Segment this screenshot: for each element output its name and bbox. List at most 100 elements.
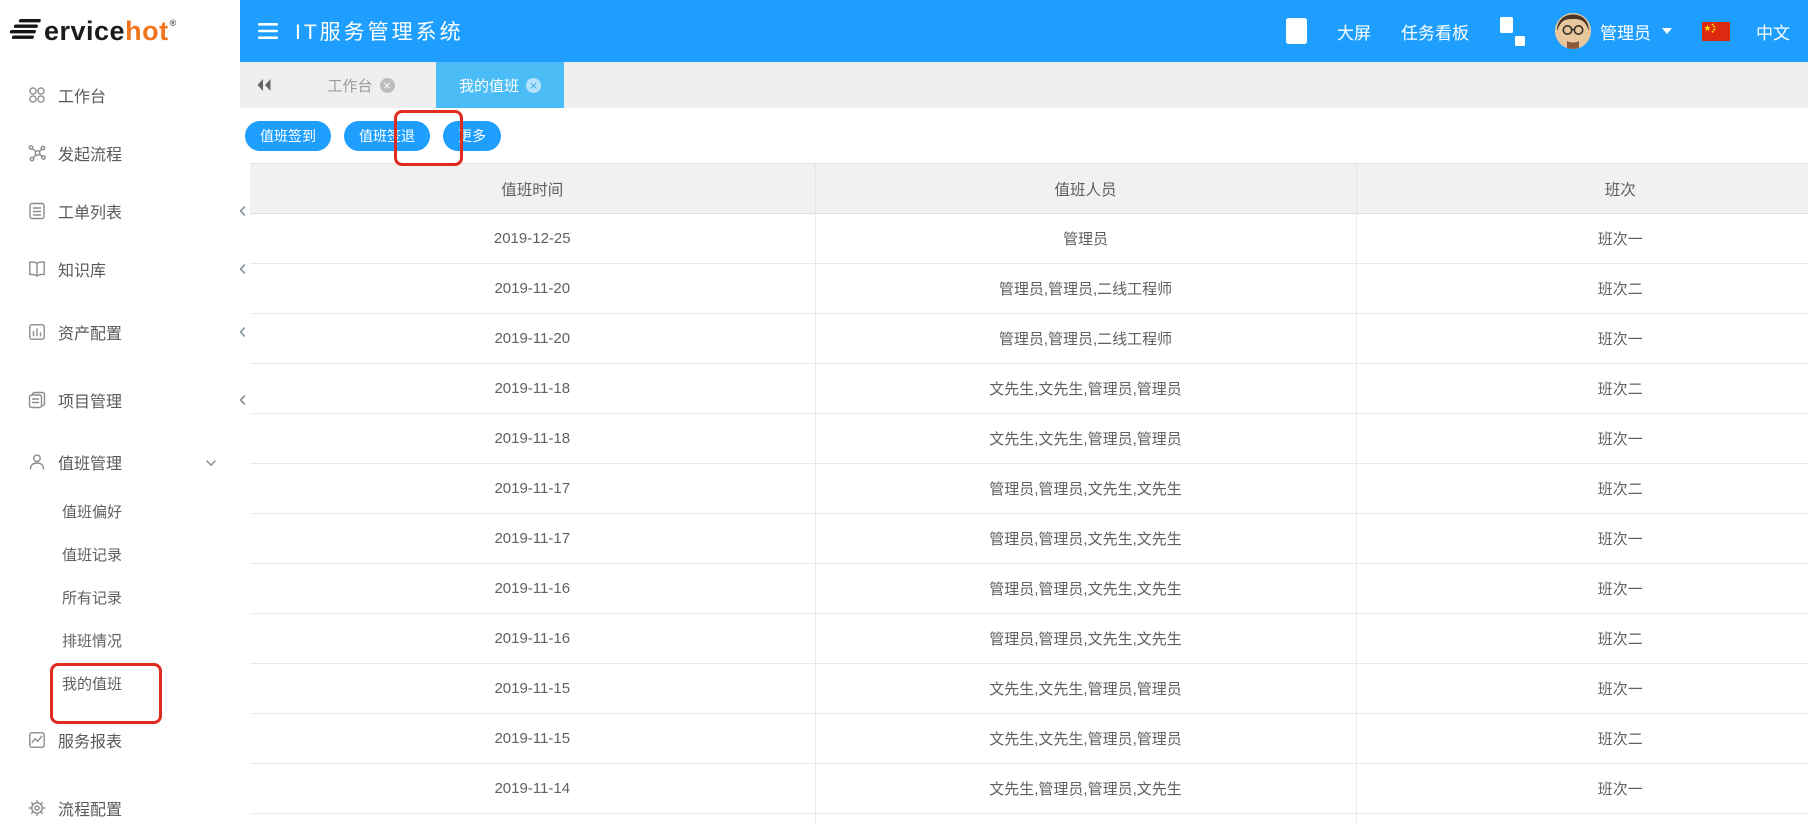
brand-logo-icon	[10, 18, 40, 44]
tab-workbench[interactable]: 工作台 ×	[286, 62, 436, 108]
user-avatar	[1555, 13, 1591, 49]
chevron-left-icon	[237, 205, 249, 217]
sidebar-item-ticket-list[interactable]: 工单列表	[0, 182, 240, 240]
hamburger-menu-icon[interactable]	[258, 23, 278, 39]
sidebar-item-asset-config[interactable]: 资产配置	[0, 298, 240, 366]
duty-date-cell: 2019-11-16	[250, 564, 815, 614]
sidebar-item-project-mgmt[interactable]: 项目管理	[0, 366, 240, 434]
col-duty-staff: 值班人员	[815, 164, 1356, 214]
double-left-arrow-icon	[255, 78, 272, 92]
table-row[interactable]: 2019-12-25管理员班次一	[250, 214, 1808, 264]
duty-date-cell: 2019-12-25	[250, 214, 815, 264]
sidebar: ervicehot® 工作台 发起流程 工单列表	[0, 0, 240, 824]
duty-date-cell: 2019-11-18	[250, 414, 815, 464]
tab-my-duty-active[interactable]: 我的值班 ×	[436, 62, 564, 108]
tab-close-icon[interactable]: ×	[526, 78, 541, 93]
duty-staff-cell: 文先生,管理员,管理员,文先生	[815, 814, 1356, 825]
duty-date-cell: 2019-11-15	[250, 714, 815, 764]
duty-staff-cell: 文先生,文先生,管理员,管理员	[815, 714, 1356, 764]
sidebar-item-process-config[interactable]: 流程配置	[0, 775, 240, 840]
shift-cell: 班次二	[1356, 364, 1808, 414]
sidebar-subitem-shift-schedule[interactable]: 排班情况	[0, 619, 240, 662]
bar-chart-icon	[27, 322, 47, 342]
shift-cell: 班次一	[1356, 514, 1808, 564]
duty-staff-cell: 管理员	[815, 214, 1356, 264]
flow-nodes-icon	[27, 143, 47, 163]
table-row[interactable]: 2019-11-15文先生,文先生,管理员,管理员班次一	[250, 664, 1808, 714]
duty-staff-cell: 管理员,管理员,二线工程师	[815, 314, 1356, 364]
duty-sign-in-button[interactable]: 值班签到	[245, 121, 331, 151]
dropdown-caret-icon	[1662, 28, 1672, 34]
brand-logo-text: ervicehot®	[44, 16, 177, 47]
table-row[interactable]: 2019-11-16管理员,管理员,文先生,文先生班次二	[250, 614, 1808, 664]
chevron-left-icon	[237, 263, 249, 275]
duty-date-cell: 2019-11-14	[250, 814, 815, 825]
sidebar-subitem-duty-preference[interactable]: 值班偏好	[0, 490, 240, 533]
grid-icon	[27, 85, 47, 105]
user-name: 管理员	[1600, 19, 1651, 44]
sidebar-subitem-all-records[interactable]: 所有记录	[0, 576, 240, 619]
shift-cell: 班次一	[1356, 214, 1808, 264]
duty-date-cell: 2019-11-16	[250, 614, 815, 664]
duty-table-container: 值班时间 值班人员 班次 2019-12-25管理员班次一 2019-11-20…	[250, 163, 1808, 824]
language-label: 中文	[1756, 19, 1790, 44]
duty-mgmt-submenu: 值班偏好 值班记录 所有记录 排班情况 我的值班	[0, 490, 240, 705]
line-chart-icon	[27, 730, 47, 750]
duty-staff-cell: 管理员,管理员,文先生,文先生	[815, 614, 1356, 664]
sidebar-item-knowledge-base[interactable]: 知识库	[0, 240, 240, 298]
duty-staff-cell: 文先生,文先生,管理员,管理员	[815, 414, 1356, 464]
tab-bar: 工作台 × 我的值班 ×	[240, 62, 1808, 108]
task-board-link[interactable]: 任务看板	[1401, 19, 1469, 44]
table-row[interactable]: 2019-11-20管理员,管理员,二线工程师班次二	[250, 264, 1808, 314]
brand-logo: ervicehot®	[0, 0, 240, 62]
big-screen-link[interactable]: 大屏	[1337, 19, 1371, 44]
duty-date-cell: 2019-11-15	[250, 664, 815, 714]
system-title: IT服务管理系统	[295, 16, 464, 46]
table-row[interactable]: 2019-11-16管理员,管理员,文先生,文先生班次一	[250, 564, 1808, 614]
table-row[interactable]: 2019-11-17管理员,管理员,文先生,文先生班次二	[250, 464, 1808, 514]
sidebar-item-start-process[interactable]: 发起流程	[0, 124, 240, 182]
chevron-down-icon	[205, 457, 217, 469]
collapse-tabs-button[interactable]	[240, 62, 286, 108]
table-row[interactable]: 2019-11-15文先生,文先生,管理员,管理员班次二	[250, 714, 1808, 764]
table-row[interactable]: 2019-11-14文先生,管理员,管理员,文先生班次二	[250, 814, 1808, 825]
user-menu[interactable]: 管理员	[1555, 13, 1672, 49]
duty-table: 值班时间 值班人员 班次 2019-12-25管理员班次一 2019-11-20…	[250, 163, 1808, 824]
header-actions: 大屏 任务看板 管理员	[1286, 13, 1808, 49]
duty-toolbar: 值班签到 值班签退 更多	[240, 108, 1808, 163]
duty-staff-cell: 管理员,管理员,二线工程师	[815, 264, 1356, 314]
table-row[interactable]: 2019-11-18文先生,文先生,管理员,管理员班次一	[250, 414, 1808, 464]
duty-sign-out-button[interactable]: 值班签退	[344, 121, 430, 151]
duty-date-cell: 2019-11-14	[250, 764, 815, 814]
ticket-list-icon	[27, 201, 47, 221]
sidebar-menu: 工作台 发起流程 工单列表 知识库	[0, 62, 240, 840]
tab-close-icon[interactable]: ×	[380, 78, 395, 93]
duty-staff-cell: 管理员,管理员,文先生,文先生	[815, 564, 1356, 614]
col-duty-time: 值班时间	[250, 164, 815, 214]
sidebar-item-service-report[interactable]: 服务报表	[0, 705, 240, 775]
language-switcher[interactable]: 中文	[1702, 19, 1790, 44]
duty-date-cell: 2019-11-18	[250, 364, 815, 414]
shift-cell: 班次二	[1356, 264, 1808, 314]
sidebar-subitem-duty-records[interactable]: 值班记录	[0, 533, 240, 576]
more-button[interactable]: 更多	[443, 121, 501, 151]
table-row[interactable]: 2019-11-20管理员,管理员,二线工程师班次一	[250, 314, 1808, 364]
shift-cell: 班次一	[1356, 414, 1808, 464]
duty-staff-cell: 文先生,文先生,管理员,管理员	[815, 664, 1356, 714]
person-icon	[27, 452, 47, 472]
table-header-row: 值班时间 值班人员 班次	[250, 164, 1808, 214]
sidebar-item-workbench[interactable]: 工作台	[0, 66, 240, 124]
table-row[interactable]: 2019-11-14文先生,管理员,管理员,文先生班次一	[250, 764, 1808, 814]
col-shift: 班次	[1356, 164, 1808, 214]
display-screen-icon[interactable]	[1286, 18, 1307, 44]
table-row[interactable]: 2019-11-17管理员,管理员,文先生,文先生班次一	[250, 514, 1808, 564]
sidebar-subitem-my-duty[interactable]: 我的值班	[0, 662, 240, 705]
table-row[interactable]: 2019-11-18文先生,文先生,管理员,管理员班次二	[250, 364, 1808, 414]
layout-squares-icon[interactable]	[1499, 17, 1525, 46]
documents-icon	[27, 390, 47, 410]
gear-icon	[27, 798, 47, 818]
sidebar-item-duty-mgmt[interactable]: 值班管理	[0, 434, 240, 490]
shift-cell: 班次二	[1356, 464, 1808, 514]
top-header-bar: IT服务管理系统 大屏 任务看板	[240, 0, 1808, 62]
shift-cell: 班次一	[1356, 314, 1808, 364]
